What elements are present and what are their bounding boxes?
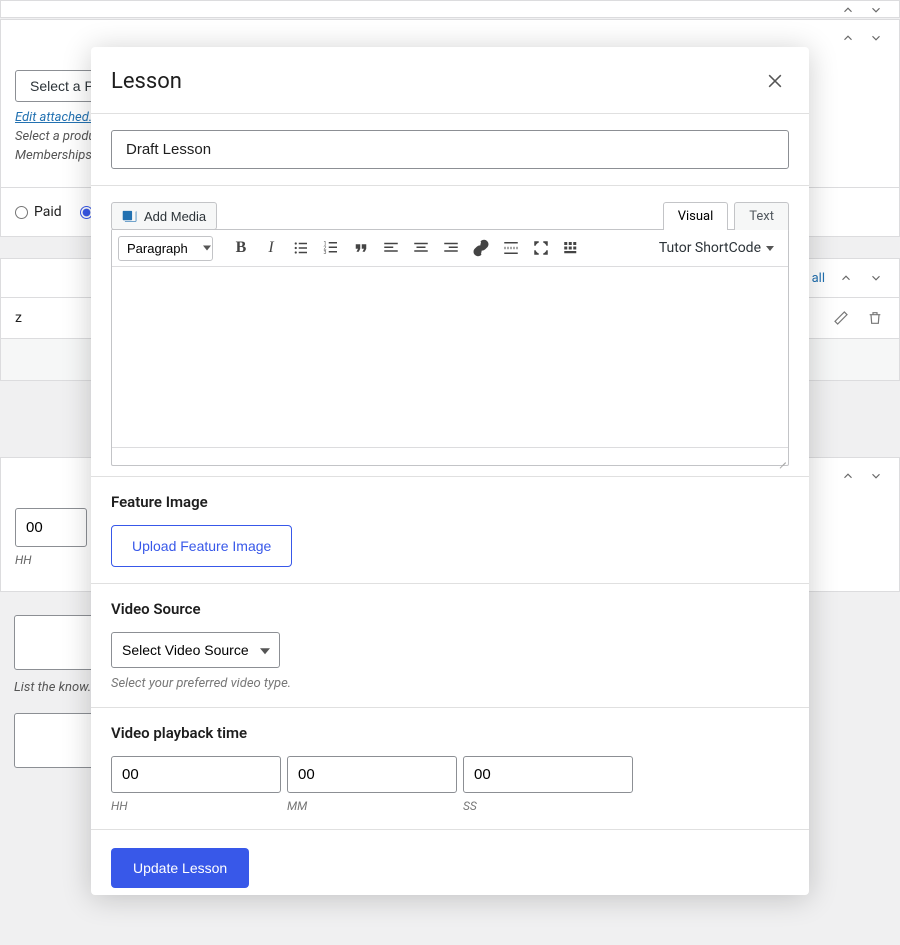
playback-mm-label: MM	[287, 799, 457, 813]
playback-hh-label: HH	[111, 799, 281, 813]
italic-button[interactable]: I	[257, 234, 285, 262]
upload-feature-image-button[interactable]: Upload Feature Image	[111, 525, 292, 567]
text-tab[interactable]: Text	[734, 202, 789, 230]
video-source-help: Select your preferred video type.	[111, 676, 789, 691]
resize-handle[interactable]	[776, 453, 786, 463]
playback-mm-input[interactable]	[287, 756, 457, 793]
link-button[interactable]	[467, 234, 495, 262]
readmore-button[interactable]	[497, 234, 525, 262]
video-source-select[interactable]: Select Video Source	[111, 632, 280, 668]
close-icon	[765, 71, 785, 91]
playback-hh-input[interactable]	[111, 756, 281, 793]
svg-text:3: 3	[324, 250, 327, 256]
visual-tab[interactable]: Visual	[663, 202, 729, 230]
align-center-button[interactable]	[407, 234, 435, 262]
editor: Paragraph B I 123	[111, 229, 789, 466]
shortcode-dropdown[interactable]: Tutor ShortCode	[651, 236, 782, 260]
feature-image-label: Feature Image	[111, 493, 789, 511]
format-select[interactable]: Paragraph	[118, 236, 213, 261]
numbered-list-button[interactable]: 123	[317, 234, 345, 262]
modal-title: Lesson	[111, 69, 182, 94]
editor-content[interactable]	[112, 267, 788, 447]
video-source-label: Video Source	[111, 600, 789, 618]
bold-button[interactable]: B	[227, 234, 255, 262]
playback-time-label: Video playback time	[111, 724, 789, 742]
close-button[interactable]	[761, 67, 789, 95]
playback-ss-input[interactable]	[463, 756, 633, 793]
fullscreen-button[interactable]	[527, 234, 555, 262]
modal-overlay: Lesson Add Media Visual Text	[0, 0, 900, 945]
lesson-modal: Lesson Add Media Visual Text	[91, 47, 809, 895]
lesson-title-input[interactable]	[111, 130, 789, 169]
playback-ss-label: SS	[463, 799, 633, 813]
editor-statusbar	[112, 447, 788, 465]
media-icon	[122, 208, 138, 224]
align-left-button[interactable]	[377, 234, 405, 262]
quote-button[interactable]	[347, 234, 375, 262]
add-media-button[interactable]: Add Media	[111, 202, 217, 230]
toolbar-toggle-button[interactable]	[557, 234, 585, 262]
align-right-button[interactable]	[437, 234, 465, 262]
bullet-list-button[interactable]	[287, 234, 315, 262]
update-lesson-button[interactable]: Update Lesson	[111, 848, 249, 888]
